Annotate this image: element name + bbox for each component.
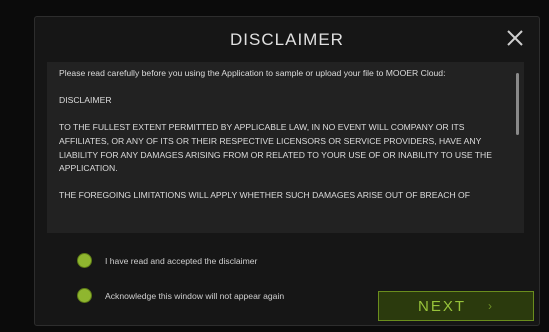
disclaimer-paragraph: TO THE FULLEST EXTENT PERMITTED BY APPLI…	[59, 122, 492, 174]
accept-label: I have read and accepted the disclaimer	[105, 255, 258, 266]
disclaimer-paragraph: DISCLAIMER	[59, 95, 112, 106]
chevron-right-icon: ›	[488, 299, 494, 313]
acknowledge-label: Acknowledge this window will not appear …	[105, 290, 285, 301]
dialog-title: DISCLAIMER	[230, 30, 344, 49]
disclaimer-dialog: DISCLAIMER Please read carefully before …	[34, 16, 540, 326]
close-button[interactable]	[505, 28, 525, 48]
accept-radio[interactable]	[77, 253, 92, 268]
acknowledge-option[interactable]: Acknowledge this window will not appear …	[77, 288, 284, 303]
acknowledge-radio[interactable]	[77, 288, 92, 303]
disclaimer-paragraph: Please read carefully before you using t…	[59, 68, 446, 78]
disclaimer-paragraph: THE FOREGOING LIMITATIONS WILL APPLY WHE…	[59, 190, 470, 201]
disclaimer-text: Please read carefully before you using t…	[47, 62, 524, 203]
accept-disclaimer-option[interactable]: I have read and accepted the disclaimer	[77, 253, 257, 268]
next-label: NEXT	[417, 297, 466, 315]
close-icon	[507, 30, 523, 46]
next-button[interactable]: NEXT ›	[378, 291, 534, 321]
disclaimer-text-panel[interactable]: Please read carefully before you using t…	[47, 62, 524, 233]
scrollbar[interactable]	[516, 73, 519, 135]
